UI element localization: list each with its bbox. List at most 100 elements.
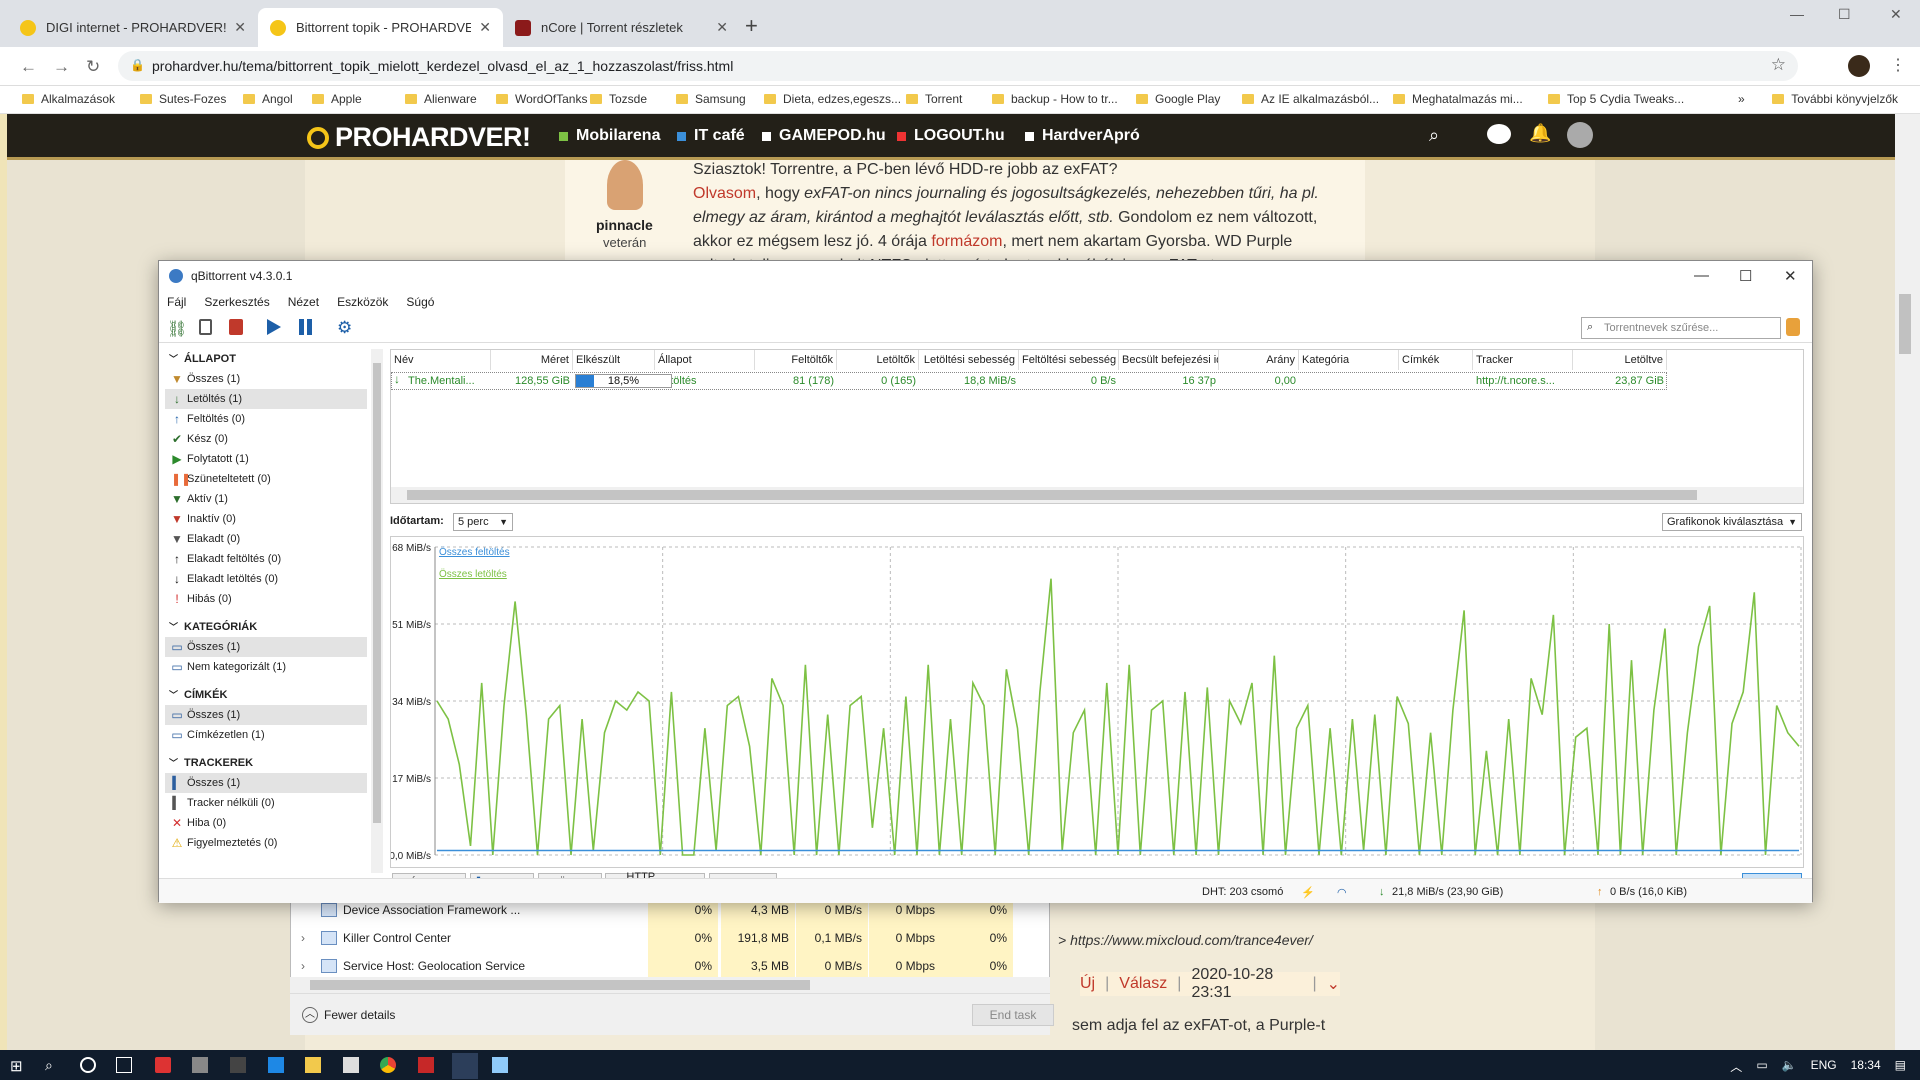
column-header[interactable]: Feltöltési sebesség <box>1019 350 1119 370</box>
qb-minimize-button[interactable]: — <box>1694 267 1709 284</box>
period-select[interactable]: 5 perc ▼ <box>453 513 513 531</box>
task-manager-icon[interactable] <box>492 1057 508 1073</box>
notification-icon[interactable]: ▤ <box>1895 1058 1906 1075</box>
prohardver-logo[interactable]: PROHARDVER! <box>307 122 531 153</box>
nav-logout[interactable]: LOGOUT.hu <box>897 127 1005 145</box>
status-filter-item[interactable]: ↑ Feltöltés (0) <box>165 409 367 429</box>
download-speed-status[interactable]: 21,8 MiB/s (23,90 GiB) <box>1392 886 1503 898</box>
tab-bittorrent[interactable]: Bittorrent topik - PROHARDVER! ✕ <box>258 8 503 47</box>
language-indicator[interactable]: ENG <box>1811 1058 1837 1075</box>
column-header[interactable]: Letöltők <box>837 350 919 370</box>
post-author[interactable]: pinnacle <box>596 217 653 233</box>
status-filter-item[interactable]: ❚❚ Szüneteltetett (0) <box>165 469 367 489</box>
menu-item[interactable]: Szerkesztés <box>204 295 269 309</box>
bookmark-item[interactable]: Az IE alkalmazásból... <box>1242 92 1379 106</box>
bookmark-item[interactable]: Dieta, edzes,egeszs... <box>764 92 901 106</box>
close-tab-icon[interactable]: ✕ <box>234 19 246 36</box>
close-button[interactable]: ✕ <box>1890 6 1902 23</box>
torrent-list-hscrollbar[interactable] <box>391 487 1803 503</box>
process-row[interactable]: › Killer Control Center 0% 191,8 MB 0,1 MB/s… <box>291 924 1051 952</box>
app-icon[interactable] <box>155 1057 171 1073</box>
reply-button[interactable]: Válasz <box>1119 975 1167 993</box>
category-filter-item[interactable]: ▭ Összes (1) <box>165 637 367 657</box>
categories-section-header[interactable]: ﹀ KATEGÓRIÁK <box>169 620 257 633</box>
tracker-filter-item[interactable]: ▍ Tracker nélküli (0) <box>165 793 367 813</box>
sidebar-scrollbar[interactable] <box>371 349 383 873</box>
bookmark-item[interactable]: Samsung <box>676 92 746 106</box>
search-icon[interactable]: ⌕ <box>45 1057 61 1073</box>
status-section-header[interactable]: ﹀ ÁLLAPOT <box>169 352 236 365</box>
maximize-button[interactable]: ☐ <box>1838 6 1851 23</box>
start-windows-icon[interactable]: ⊞ <box>10 1057 26 1075</box>
add-torrent-file-icon[interactable] <box>199 319 212 335</box>
bookmark-item[interactable]: Angol <box>243 92 293 106</box>
column-header[interactable]: Kategória <box>1299 350 1399 370</box>
menu-item[interactable]: Fájl <box>167 295 186 309</box>
post-link[interactable]: formázom <box>931 233 1002 250</box>
column-header[interactable]: Feltöltők <box>755 350 837 370</box>
tab-ncore[interactable]: nCore | Torrent részletek ✕ <box>503 8 740 47</box>
settings-gear-icon[interactable]: ⚙ <box>337 319 355 337</box>
tags-section-header[interactable]: ﹀ CÍMKÉK <box>169 688 227 701</box>
back-button[interactable]: ← <box>20 57 37 77</box>
qb-maximize-button[interactable]: ☐ <box>1739 267 1752 285</box>
status-filter-item[interactable]: ↑ Elakadt feltöltés (0) <box>165 549 367 569</box>
clock[interactable]: 18:34 <box>1851 1058 1881 1075</box>
upload-speed-status[interactable]: 0 B/s (16,0 KiB) <box>1610 886 1687 898</box>
nav-itcafe[interactable]: IT café <box>677 127 745 145</box>
app-icon[interactable] <box>418 1057 434 1073</box>
tag-filter-item[interactable]: ▭ Címkézetlen (1) <box>165 725 367 745</box>
qb-close-button[interactable]: ✕ <box>1784 267 1797 285</box>
collapse-chevron-icon[interactable]: ﹀ <box>169 690 178 700</box>
tag-filter-item[interactable]: ▭ Összes (1) <box>165 705 367 725</box>
nav-hardverapro[interactable]: HardverApró <box>1025 127 1140 145</box>
column-header[interactable]: Arány <box>1219 350 1299 370</box>
profile-avatar[interactable] <box>1848 55 1870 77</box>
network-icon[interactable]: ▭ <box>1756 1058 1767 1075</box>
close-tab-icon[interactable]: ✕ <box>716 19 728 36</box>
collapse-chevron-icon[interactable]: ﹀ <box>169 354 178 364</box>
horizontal-scrollbar[interactable] <box>290 977 1050 993</box>
expand-chevron-icon[interactable]: › <box>301 931 305 945</box>
expand-chevron-icon[interactable]: › <box>301 959 305 973</box>
store-icon[interactable] <box>192 1057 208 1073</box>
menu-item[interactable]: Súgó <box>406 295 434 309</box>
status-filter-item[interactable]: ▼ Inaktív (0) <box>165 509 367 529</box>
lock-icon[interactable] <box>1786 318 1800 336</box>
column-header[interactable]: Tracker <box>1473 350 1573 370</box>
post-link[interactable]: Olvasom <box>693 185 756 202</box>
nav-gamepod[interactable]: GAMEPOD.hu <box>762 127 886 145</box>
bookmark-item[interactable]: » <box>1738 92 1745 106</box>
user-avatar[interactable] <box>1567 122 1593 148</box>
forward-button[interactable]: → <box>53 57 70 77</box>
chrome-icon[interactable] <box>380 1057 396 1073</box>
end-task-button[interactable]: End task <box>972 1004 1054 1026</box>
column-header[interactable]: Címkék <box>1399 350 1473 370</box>
column-header[interactable]: Állapot <box>655 350 755 370</box>
tracker-filter-item[interactable]: ✕ Hiba (0) <box>165 813 367 833</box>
address-bar[interactable]: 🔒 prohardver.hu/tema/bittorrent_topik_mi… <box>118 51 1798 81</box>
delete-icon[interactable] <box>229 319 243 335</box>
nav-mobilarena[interactable]: Mobilarena <box>559 127 660 145</box>
task-view-icon[interactable] <box>116 1057 132 1073</box>
tracker-filter-item[interactable]: ⚠ Figyelmeztetés (0) <box>165 833 367 853</box>
bookmark-item[interactable]: Alkalmazások <box>22 92 115 106</box>
search-icon[interactable]: ⌕ <box>1429 125 1439 146</box>
new-button[interactable]: Új <box>1080 975 1095 993</box>
status-filter-item[interactable]: ▶ Folytatott (1) <box>165 449 367 469</box>
column-header[interactable]: Név <box>391 350 491 370</box>
add-link-icon[interactable]: ⛓ <box>167 319 187 338</box>
fewer-details-button[interactable]: ︿ Fewer details <box>302 1007 395 1023</box>
file-explorer-icon[interactable] <box>305 1057 321 1073</box>
status-filter-item[interactable]: ↓ Letöltés (1) <box>165 389 367 409</box>
bookmark-item[interactable]: Top 5 Cydia Tweaks... <box>1548 92 1684 106</box>
bookmark-item[interactable]: WordOfTanks <box>496 92 587 106</box>
collapse-chevron-icon[interactable]: ﹀ <box>169 758 178 768</box>
messages-icon[interactable] <box>1487 124 1511 144</box>
minimize-button[interactable]: — <box>1790 6 1804 22</box>
column-header[interactable]: Letöltve <box>1573 350 1667 370</box>
page-scrollbar[interactable] <box>1895 114 1920 1050</box>
qbittorrent-taskbar-icon[interactable] <box>452 1053 478 1079</box>
bookmark-item[interactable]: További könyvjelzők <box>1772 92 1898 106</box>
status-filter-item[interactable]: ▼ Aktív (1) <box>165 489 367 509</box>
